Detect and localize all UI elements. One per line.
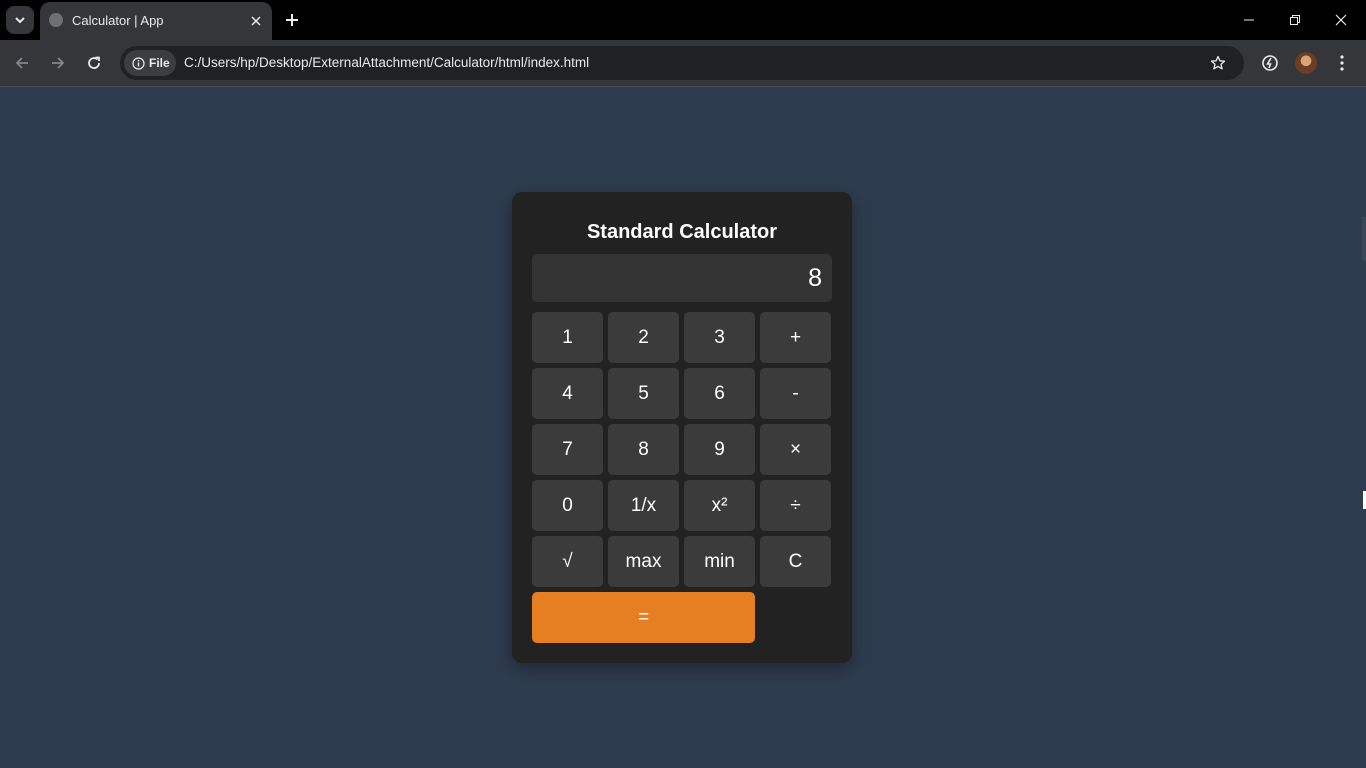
star-icon <box>1210 55 1226 70</box>
key-max[interactable]: max <box>608 536 679 587</box>
key-equals[interactable]: = <box>532 592 755 643</box>
key-add[interactable]: + <box>760 312 831 363</box>
arrow-left-icon <box>15 57 28 69</box>
key-sqrt[interactable]: √ <box>532 536 603 587</box>
browser-tab[interactable]: Calculator | App <box>40 2 272 40</box>
tab-title: Calculator | App <box>72 13 164 28</box>
key-reciprocal[interactable]: 1/x <box>608 480 679 531</box>
key-clear[interactable]: C <box>760 536 831 587</box>
chevron-down-icon <box>15 17 25 24</box>
minimize-icon <box>1244 19 1254 21</box>
globe-icon <box>49 13 63 27</box>
browser-menu-button[interactable] <box>1330 51 1354 75</box>
scrollbar-thumb[interactable] <box>1362 217 1366 261</box>
key-5[interactable]: 5 <box>608 368 679 419</box>
key-multiply[interactable]: × <box>760 424 831 475</box>
tab-bar: Calculator | App <box>0 0 1366 40</box>
key-8[interactable]: 8 <box>608 424 679 475</box>
key-2[interactable]: 2 <box>608 312 679 363</box>
calculator-display: 8 <box>532 254 832 302</box>
browser-toolbar: File C:/Users/hp/Desktop/ExternalAttachm… <box>0 40 1366 86</box>
forward-button[interactable] <box>46 51 70 75</box>
more-vertical-icon <box>1340 55 1344 71</box>
toolbar-divider <box>0 86 1366 87</box>
arrow-right-icon <box>52 57 65 69</box>
address-bar[interactable]: File C:/Users/hp/Desktop/ExternalAttachm… <box>120 46 1244 80</box>
profile-avatar[interactable] <box>1295 52 1317 74</box>
calculator-title: Standard Calculator <box>586 221 778 243</box>
url-text[interactable]: C:/Users/hp/Desktop/ExternalAttachment/C… <box>184 55 589 70</box>
key-3[interactable]: 3 <box>684 312 755 363</box>
minimize-button[interactable] <box>1226 0 1272 40</box>
extension-button[interactable] <box>1258 51 1282 75</box>
restore-button[interactable] <box>1272 0 1318 40</box>
site-info-label: File <box>149 56 170 70</box>
reload-icon <box>88 56 100 69</box>
key-square[interactable]: x² <box>684 480 755 531</box>
key-4[interactable]: 4 <box>532 368 603 419</box>
key-0[interactable]: 0 <box>532 480 603 531</box>
site-info-chip[interactable]: File <box>124 50 176 76</box>
tab-search-button[interactable] <box>6 6 34 34</box>
reload-button[interactable] <box>82 51 106 75</box>
back-button[interactable] <box>10 51 34 75</box>
bookmark-button[interactable] <box>1208 53 1228 73</box>
info-icon <box>132 56 145 70</box>
key-divide[interactable]: ÷ <box>760 480 831 531</box>
key-subtract[interactable]: - <box>760 368 831 419</box>
key-1[interactable]: 1 <box>532 312 603 363</box>
plus-icon <box>286 14 298 26</box>
restore-icon <box>1290 15 1300 25</box>
extension-icon <box>1262 55 1278 71</box>
close-window-button[interactable] <box>1318 0 1364 40</box>
key-6[interactable]: 6 <box>684 368 755 419</box>
calculator: Standard Calculator 8 1 2 3 + 4 5 6 - 7 … <box>512 192 852 663</box>
tab-close-button[interactable] <box>246 11 266 31</box>
key-7[interactable]: 7 <box>532 424 603 475</box>
key-9[interactable]: 9 <box>684 424 755 475</box>
key-min[interactable]: min <box>684 536 755 587</box>
close-icon <box>251 16 261 26</box>
keypad: 1 2 3 + 4 5 6 - 7 8 9 × 0 1/x x² ÷ √ max… <box>532 312 832 643</box>
new-tab-button[interactable] <box>282 10 302 30</box>
close-icon <box>1335 14 1347 26</box>
